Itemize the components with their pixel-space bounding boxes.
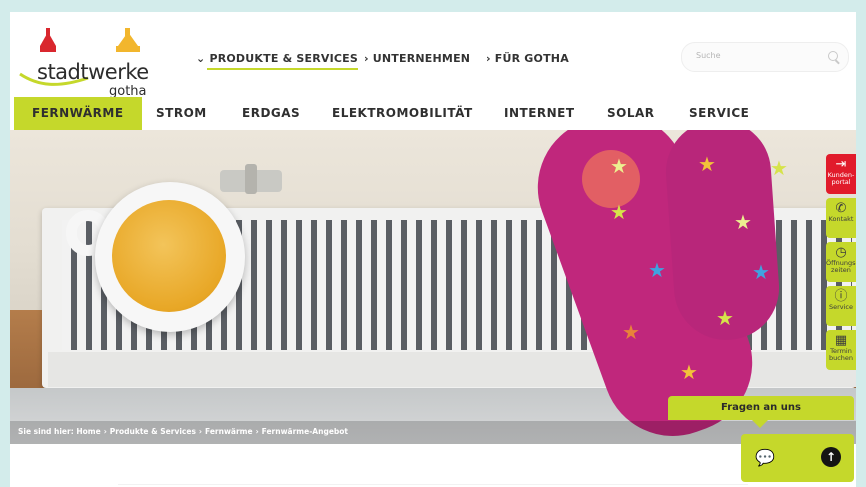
breadcrumb-text: Sie sind hier: Home › Produkte & Services ›…: [18, 427, 348, 436]
breadcrumb-separator: ›: [198, 427, 203, 436]
topnav-produkte-services[interactable]: ⌄ PRODUKTE & SERVICES: [196, 52, 359, 70]
star-icon: ★: [680, 360, 698, 384]
oeffnungszeiten-button[interactable]: ◷ Öffnungs-zeiten: [826, 242, 856, 282]
topnav-fuer-gotha[interactable]: › FÜR GOTHA: [486, 52, 569, 65]
mainnav-item-elektromobilitaet[interactable]: ELEKTROMOBILITÄT: [332, 97, 473, 130]
star-icon: ★: [752, 260, 770, 284]
page-frame: stadtwerke gotha ⌄ PRODUKTE & SERVICES ›…: [10, 12, 856, 487]
star-icon: ★: [698, 152, 716, 176]
kundenportal-button[interactable]: ⇥ Kunden-portal: [826, 154, 856, 194]
stadtwerke-logo[interactable]: stadtwerke gotha: [18, 26, 168, 99]
side-toolbar: ⇥ Kunden-portal ✆ Kontakt ◷ Öffnungs-zei…: [826, 154, 856, 374]
chat-bubbles-icon[interactable]: 💬: [755, 448, 775, 467]
tool-label: Öffnungs-zeiten: [826, 259, 856, 274]
chat-widget: 💬 ↑: [741, 434, 854, 482]
topnav-label: PRODUKTE & SERVICES: [209, 52, 359, 65]
star-icon: ★: [622, 320, 640, 344]
hero-valve: [220, 164, 282, 194]
breadcrumb-prefix: Sie sind hier:: [18, 427, 74, 436]
star-icon: ★: [610, 154, 628, 178]
search-icon[interactable]: [828, 51, 838, 61]
tool-label: Service: [828, 303, 854, 311]
star-icon: ★: [648, 258, 666, 282]
clock-icon: ◷: [835, 245, 847, 260]
calendar-icon: ▦: [834, 333, 848, 348]
arrow-up-icon: ↑: [825, 450, 837, 464]
chat-prompt[interactable]: Fragen an uns: [668, 396, 854, 428]
mainnav-item-internet[interactable]: INTERNET: [504, 97, 575, 130]
service-button[interactable]: ⓘ Service: [826, 286, 856, 326]
info-icon: ⓘ: [834, 289, 848, 304]
main-navigation: FERNWÄRME STROM ERDGAS ELEKTROMOBILITÄT …: [10, 97, 856, 130]
topnav-label: UNTERNEHMEN: [372, 52, 471, 65]
breadcrumb: Sie sind hier: Home › Produkte & Services ›…: [10, 421, 856, 444]
content-area: [10, 444, 856, 487]
mainnav-item-erdgas[interactable]: ERDGAS: [242, 97, 300, 130]
search-box: [681, 42, 849, 72]
logo-text: stadtwerke: [37, 60, 149, 84]
topnav-label: FÜR GOTHA: [494, 52, 569, 65]
mainnav-item-service[interactable]: SERVICE: [689, 97, 749, 130]
search-input[interactable]: [696, 51, 816, 60]
tool-label: Termin buchen: [828, 347, 854, 362]
breadcrumb-item-home[interactable]: Home: [76, 427, 100, 436]
breadcrumb-item-fernwaerme[interactable]: Fernwärme: [205, 427, 253, 436]
mainnav-item-solar[interactable]: SOLAR: [607, 97, 655, 130]
star-icon: ★: [770, 156, 788, 180]
breadcrumb-item-produkte[interactable]: Produkte & Services: [110, 427, 196, 436]
termin-buchen-button[interactable]: ▦ Termin buchen: [826, 330, 856, 370]
chevron-right-icon: ›: [486, 52, 491, 65]
hero-tea: [112, 200, 226, 312]
chevron-right-icon: ›: [364, 52, 369, 65]
hero-tea-cup: [95, 182, 245, 332]
star-icon: ★: [716, 306, 734, 330]
scroll-to-top-button[interactable]: ↑: [821, 447, 841, 467]
tool-label: Kunden-portal: [827, 171, 855, 186]
tool-label: Kontakt: [828, 215, 854, 223]
phone-icon: ✆: [835, 201, 847, 216]
breadcrumb-separator: ›: [103, 427, 107, 436]
kontakt-button[interactable]: ✆ Kontakt: [826, 198, 856, 238]
login-icon: ⇥: [835, 157, 847, 172]
star-icon: ★: [734, 210, 752, 234]
topnav-unternehmen[interactable]: › UNTERNEHMEN: [364, 52, 470, 65]
breadcrumb-item-current: Fernwärme-Angebot: [261, 427, 349, 436]
mainnav-item-fernwaerme[interactable]: FERNWÄRME: [14, 97, 142, 130]
breadcrumb-separator: ›: [255, 427, 259, 436]
chevron-down-icon: ⌄: [196, 52, 206, 65]
mainnav-item-strom[interactable]: STROM: [156, 97, 207, 130]
divider: [118, 484, 748, 485]
star-icon: ★: [610, 200, 628, 224]
